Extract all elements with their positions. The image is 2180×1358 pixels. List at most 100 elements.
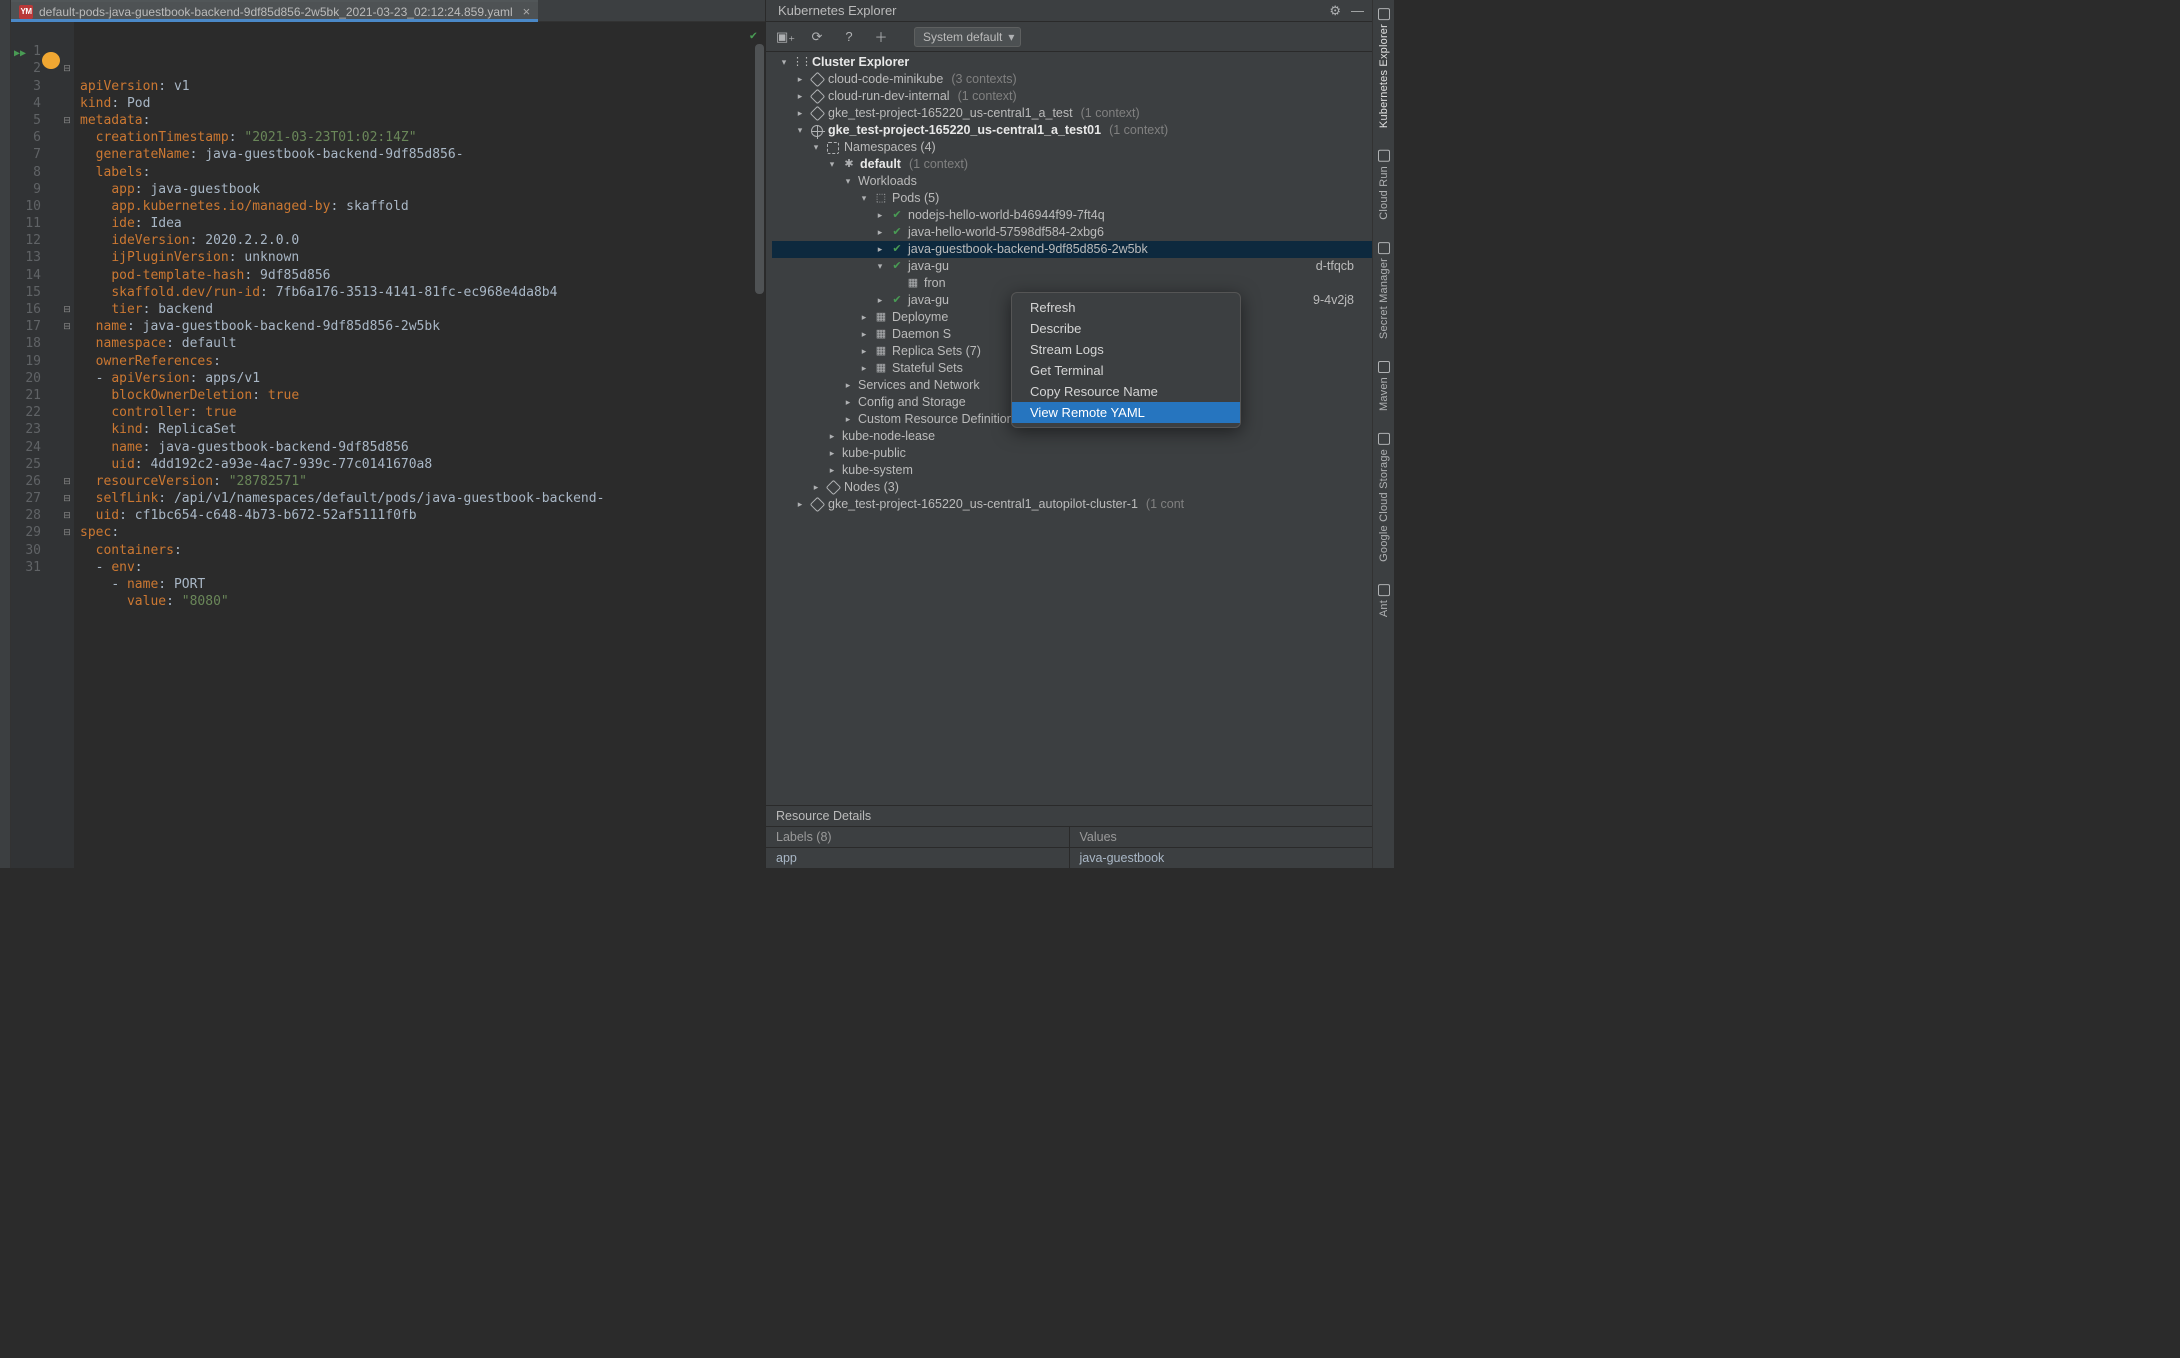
chevron-icon[interactable]: ▸: [794, 71, 806, 88]
chevron-icon[interactable]: ▾: [794, 122, 806, 139]
tool-tab-icon: [1378, 150, 1390, 162]
tree-suffix: (1 context): [1081, 105, 1140, 122]
help-icon[interactable]: ?: [840, 29, 858, 44]
tree-suffix: (1 context): [958, 88, 1017, 105]
tree-row[interactable]: ▸gke_test-project-165220_us-central1_aut…: [772, 496, 1372, 513]
tool-window-tab[interactable]: Ant: [1378, 580, 1390, 621]
tree-row[interactable]: ▸gke_test-project-165220_us-central1_a_t…: [772, 105, 1372, 122]
resource-details-title: Resource Details: [766, 806, 1372, 826]
tree-row[interactable]: ▸✔nodejs-hello-world-b46944f99-7ft4q: [772, 207, 1372, 224]
context-menu-item[interactable]: View Remote YAML: [1012, 402, 1240, 423]
tool-tab-label: Ant: [1378, 600, 1390, 617]
resource-icon: ▦: [906, 277, 920, 291]
chevron-icon[interactable]: ▸: [794, 496, 806, 513]
tree-row[interactable]: ▾✱default(1 context): [772, 156, 1372, 173]
tree-row[interactable]: ▸✔java-hello-world-57598df584-2xbg6: [772, 224, 1372, 241]
tree-row[interactable]: ▾⋮⋮Cluster Explorer: [772, 54, 1372, 71]
tree-row[interactable]: ▸cloud-code-minikube(3 contexts): [772, 71, 1372, 88]
minimize-icon[interactable]: —: [1351, 3, 1364, 19]
chevron-icon[interactable]: ▾: [858, 190, 870, 207]
chevron-icon[interactable]: ▸: [794, 105, 806, 122]
code-area[interactable]: ✔ apiVersion: v1kind: Podmetadata: creat…: [74, 22, 765, 868]
editor-scrollbar[interactable]: [755, 44, 764, 294]
inspection-ok-icon[interactable]: ✔: [750, 27, 757, 44]
tree-label: java-gu: [908, 292, 949, 309]
tree-row[interactable]: ▸cloud-run-dev-internal(1 context): [772, 88, 1372, 105]
tree-label: kube-system: [842, 462, 913, 479]
chevron-icon[interactable]: ▸: [842, 377, 854, 394]
context-menu-item[interactable]: Describe: [1012, 318, 1240, 339]
tree-row[interactable]: ▾✔java-gud-tfqcb: [772, 258, 1372, 275]
chevron-icon[interactable]: ▾: [874, 258, 886, 275]
tool-tab-icon: [1378, 8, 1390, 20]
tool-tab-label: Kubernetes Explorer: [1378, 24, 1390, 128]
refresh-icon[interactable]: ⟳: [808, 29, 826, 45]
chevron-icon[interactable]: ▸: [794, 88, 806, 105]
chevron-icon[interactable]: ▸: [858, 326, 870, 343]
tree-row[interactable]: ▾⬚Pods (5): [772, 190, 1372, 207]
tree-row[interactable]: ▸✔java-guestbook-backend-9df85d856-2w5bk: [772, 241, 1372, 258]
values-header: Values: [1070, 827, 1373, 847]
tree-label: Config and Storage: [858, 394, 966, 411]
chevron-icon[interactable]: ▸: [858, 309, 870, 326]
hexagon-icon: [810, 90, 824, 104]
resource-details: Resource Details Labels (8) Values app j…: [766, 805, 1372, 868]
hexagon-icon: [810, 73, 824, 87]
chevron-icon[interactable]: ▾: [826, 156, 838, 173]
left-tool-strip: [0, 0, 11, 868]
tool-tab-icon: [1378, 433, 1390, 445]
context-menu-item[interactable]: Copy Resource Name: [1012, 381, 1240, 402]
tool-window-tab[interactable]: Secret Manager: [1378, 238, 1390, 343]
context-menu-item[interactable]: Stream Logs: [1012, 339, 1240, 360]
tool-window-tab[interactable]: Kubernetes Explorer: [1378, 4, 1390, 132]
tool-window-tab[interactable]: Maven: [1378, 357, 1390, 415]
tool-tab-icon: [1378, 242, 1390, 254]
tree-row[interactable]: ▾ Namespaces (4): [772, 139, 1372, 156]
tree-label: Replica Sets (7): [892, 343, 981, 360]
tree-row[interactable]: ▾gke_test-project-165220_us-central1_a_t…: [772, 122, 1372, 139]
chevron-icon[interactable]: ▾: [842, 173, 854, 190]
tree-row[interactable]: ▸kube-system: [772, 462, 1372, 479]
tool-window-tab[interactable]: Cloud Run: [1378, 146, 1390, 224]
chevron-icon[interactable]: ▸: [842, 411, 854, 428]
tree-row[interactable]: ▸ Nodes (3): [772, 479, 1372, 496]
chevron-icon[interactable]: ▸: [874, 224, 886, 241]
chevron-icon[interactable]: ▾: [778, 54, 790, 71]
panel-title: Kubernetes Explorer: [778, 3, 897, 18]
tree-label-trail: d-tfqcb: [1316, 258, 1372, 275]
chevron-icon[interactable]: ▸: [858, 360, 870, 377]
tree-label: Nodes (3): [844, 479, 899, 496]
yaml-file-icon: YM: [19, 5, 33, 19]
chevron-icon[interactable]: ▸: [874, 207, 886, 224]
context-menu-item[interactable]: Get Terminal: [1012, 360, 1240, 381]
panel-toolbar: ▣₊ ⟳ ? ＋ System default: [766, 22, 1372, 52]
chevron-icon[interactable]: ▸: [858, 343, 870, 360]
context-combo[interactable]: System default: [914, 27, 1021, 47]
tree-label: Deployme: [892, 309, 948, 326]
chevron-icon[interactable]: ▸: [842, 394, 854, 411]
tree-label: Namespaces (4): [844, 139, 936, 156]
status-ok-icon: ✔: [890, 260, 904, 274]
tool-window-tab[interactable]: Google Cloud Storage: [1378, 429, 1390, 566]
tree-row[interactable]: ▦fron: [772, 275, 1372, 292]
chevron-icon[interactable]: ▸: [874, 292, 886, 309]
chevron-icon[interactable]: ▸: [874, 241, 886, 258]
editor-tab[interactable]: YM default-pods-java-guestbook-backend-9…: [11, 0, 538, 21]
chevron-icon[interactable]: ▾: [810, 139, 822, 156]
tree-row[interactable]: ▾Workloads: [772, 173, 1372, 190]
tool-tab-icon: [1378, 361, 1390, 373]
cluster-tree[interactable]: ▾⋮⋮Cluster Explorer▸cloud-code-minikube(…: [766, 52, 1372, 805]
tree-row[interactable]: ▸kube-node-lease: [772, 428, 1372, 445]
chevron-icon[interactable]: ▸: [810, 479, 822, 496]
tree-label: Daemon S: [892, 326, 951, 343]
close-tab-icon[interactable]: ×: [523, 4, 531, 19]
add-cluster-icon[interactable]: ▣₊: [776, 29, 794, 45]
context-menu-item[interactable]: Refresh: [1012, 297, 1240, 318]
gear-icon[interactable]: ⚙: [1329, 3, 1341, 19]
tool-tab-label: Maven: [1378, 377, 1390, 411]
chevron-icon[interactable]: ▸: [826, 445, 838, 462]
chevron-icon[interactable]: ▸: [826, 462, 838, 479]
plus-icon[interactable]: ＋: [872, 27, 890, 46]
chevron-icon[interactable]: ▸: [826, 428, 838, 445]
tree-row[interactable]: ▸kube-public: [772, 445, 1372, 462]
